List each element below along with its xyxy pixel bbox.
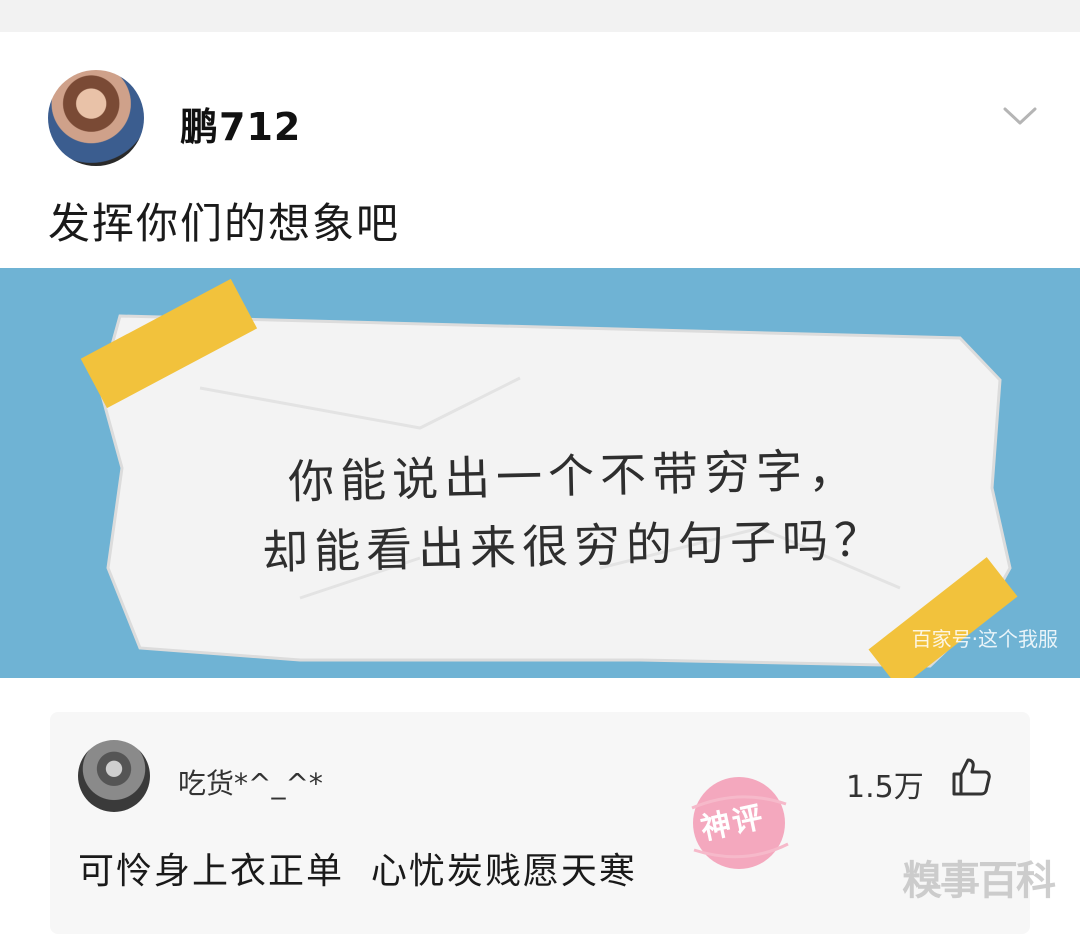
comment-username[interactable]: 吃货*^_^*	[178, 762, 323, 802]
note-text-line-2: 却能看出来很穷的句子吗？	[261, 512, 887, 580]
post-username[interactable]: 鹏712	[180, 96, 301, 151]
thumbs-up-icon[interactable]	[950, 756, 992, 798]
chevron-down-icon[interactable]	[1002, 102, 1038, 130]
image-watermark: 百家号·这个我服	[911, 627, 1058, 651]
note-text-line-1: 你能说出一个不带穷字，	[287, 443, 861, 509]
site-watermark: 糗事百科	[902, 858, 1056, 904]
comment-avatar[interactable]	[78, 740, 150, 812]
post-image[interactable]: 你能说出一个不带穷字， 却能看出来很穷的句子吗？ 百家号·这个我服	[0, 268, 1080, 678]
avatar[interactable]	[48, 70, 144, 166]
post-header: 鹏712	[48, 70, 1038, 166]
top-comment: 吃货*^_^* 1.5万 可怜身上衣正单 心忧炭贱愿天寒	[50, 712, 1030, 934]
top-divider	[0, 0, 1080, 32]
comment-text: 可怜身上衣正单 心忧炭贱愿天寒	[78, 851, 637, 892]
post-text: 发挥你们的想象吧	[48, 199, 401, 248]
like-count: 1.5万	[846, 770, 924, 805]
